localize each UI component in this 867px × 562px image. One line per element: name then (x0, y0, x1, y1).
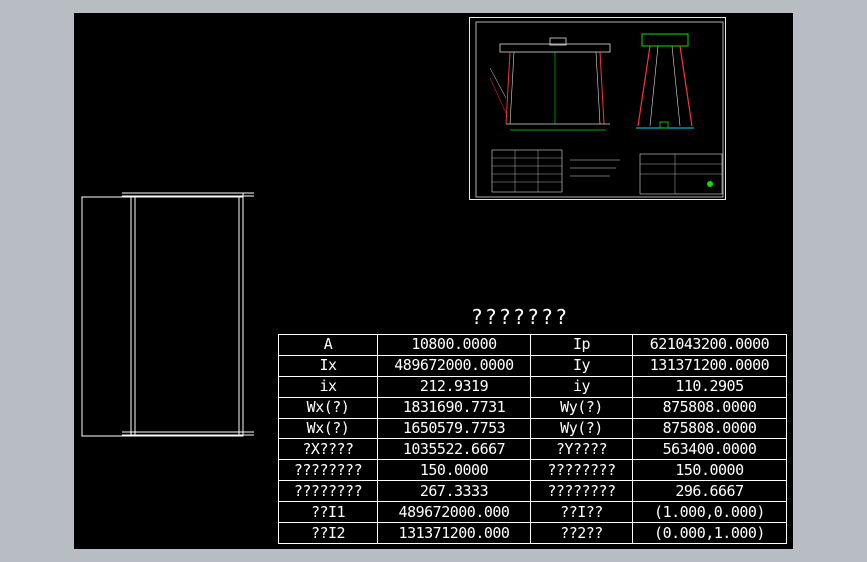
property-value: 875808.0000 (632, 396, 787, 419)
property-value: 489672000.000 (377, 501, 531, 524)
drawing-sheet-frame[interactable] (469, 17, 726, 200)
property-value: (0.000,1.000) (632, 522, 787, 544)
table-row: ??I1 489672000.000 ??I?? (1.000,0.000) (278, 501, 787, 524)
property-label: ???????? (530, 480, 633, 503)
property-value: 563400.0000 (632, 438, 787, 461)
property-value: 489672000.0000 (377, 354, 531, 377)
property-label: ix (278, 375, 378, 398)
property-value: 1035522.6667 (377, 438, 531, 461)
property-value: 131371200.0000 (632, 354, 787, 377)
table-row: Wx(?) 1831690.7731 Wy(?) 875808.0000 (278, 396, 787, 419)
property-label: ?X???? (278, 438, 378, 461)
cross-section-outline[interactable] (74, 191, 264, 441)
property-value: 267.3333 (377, 480, 531, 503)
property-label: ???????? (278, 480, 378, 503)
property-label: ???????? (278, 459, 378, 482)
property-label: Wx(?) (278, 396, 378, 419)
property-value: 150.0000 (632, 459, 787, 482)
property-label: Ix (278, 354, 378, 377)
property-value: 1650579.7753 (377, 417, 531, 440)
table-row: ??I2 131371200.000 ??2?? (0.000,1.000) (278, 522, 787, 544)
property-value: 875808.0000 (632, 417, 787, 440)
property-label: ??I1 (278, 501, 378, 524)
property-value: 212.9319 (377, 375, 531, 398)
property-label: ??I2 (278, 522, 378, 544)
table-title: ??????? (470, 305, 570, 329)
property-label: Wx(?) (278, 417, 378, 440)
property-label: ??I?? (530, 501, 633, 524)
drawing-sheet-content (475, 21, 724, 198)
table-row: ???????? 150.0000 ???????? 150.0000 (278, 459, 787, 482)
table-row: ???????? 267.3333 ???????? 296.6667 (278, 480, 787, 503)
property-value: 131371200.000 (377, 522, 531, 544)
section-properties-table: A 10800.0000 Ip 621043200.0000 Ix 489672… (278, 334, 787, 544)
property-label: Wy(?) (530, 396, 633, 419)
property-label: ???????? (530, 459, 633, 482)
property-label: Ip (530, 334, 633, 356)
property-value: 10800.0000 (377, 334, 531, 356)
property-label: A (278, 334, 378, 356)
cad-model-viewport[interactable]: ??????? A 10800.0000 Ip 621043200.0000 I… (74, 13, 793, 549)
property-value: 110.2905 (632, 375, 787, 398)
table-row: ix 212.9319 iy 110.2905 (278, 375, 787, 398)
table-row: Ix 489672000.0000 Iy 131371200.0000 (278, 354, 787, 377)
property-label: Wy(?) (530, 417, 633, 440)
property-label: ??2?? (530, 522, 633, 544)
table-row: ?X???? 1035522.6667 ?Y???? 563400.0000 (278, 438, 787, 461)
table-row: A 10800.0000 Ip 621043200.0000 (278, 334, 787, 356)
property-label: Iy (530, 354, 633, 377)
property-value: 1831690.7731 (377, 396, 531, 419)
property-value: 296.6667 (632, 480, 787, 503)
property-label: ?Y???? (530, 438, 633, 461)
property-value: 621043200.0000 (632, 334, 787, 356)
property-label: iy (530, 375, 633, 398)
table-row: Wx(?) 1650579.7753 Wy(?) 875808.0000 (278, 417, 787, 440)
property-value: 150.0000 (377, 459, 531, 482)
property-value: (1.000,0.000) (632, 501, 787, 524)
